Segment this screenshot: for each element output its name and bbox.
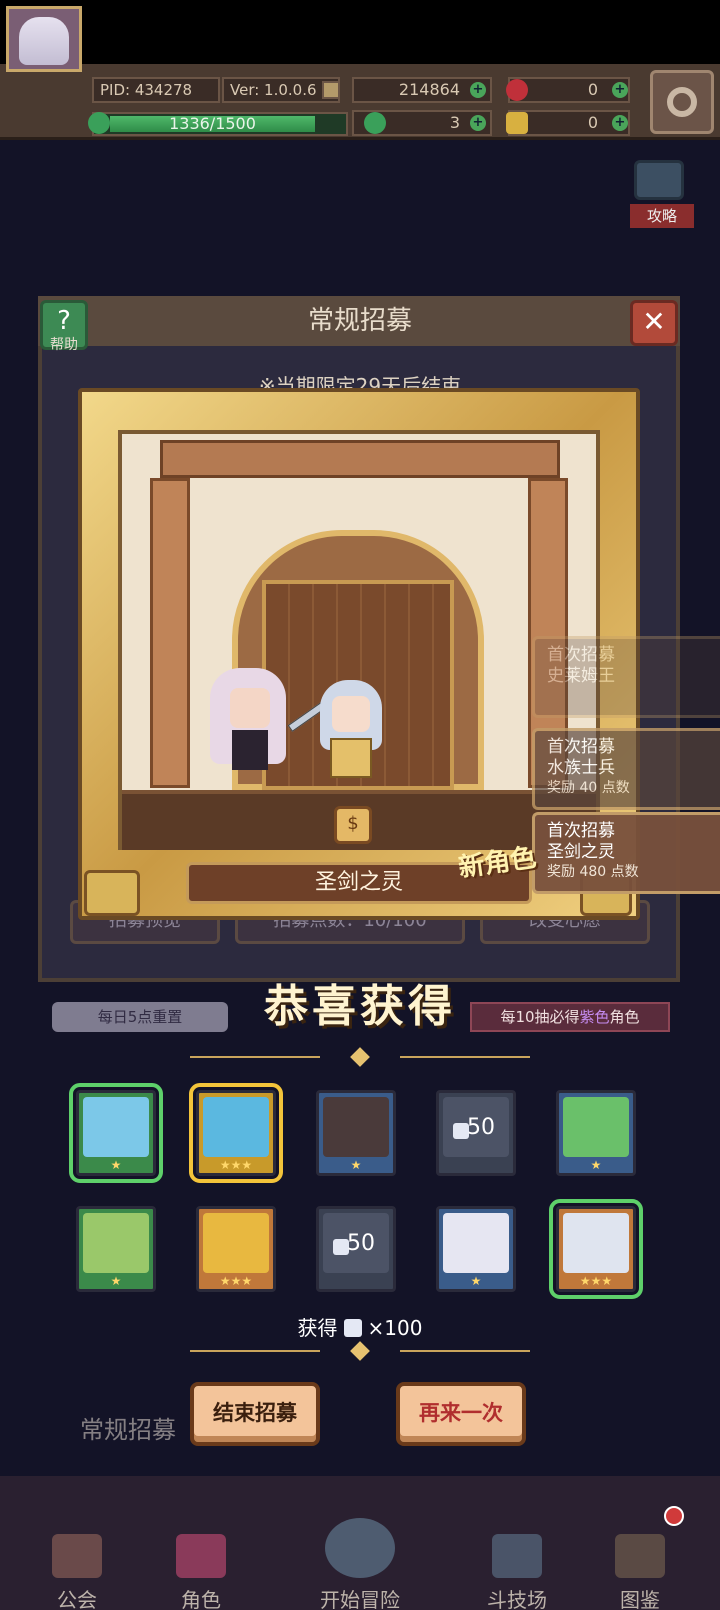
settings-button[interactable] (650, 70, 714, 134)
add-gem-icon[interactable]: + (612, 82, 628, 98)
notification-title: 首次招募 (547, 645, 615, 665)
first-recruit-notification: 首次招募 史莱姆王 (532, 636, 720, 718)
nav-label: 斗技场 (487, 1588, 547, 1610)
player-id: PID: 434278 (92, 77, 220, 103)
nav-guild[interactable]: 公会 (22, 1534, 132, 1610)
notification-title: 首次招募 (547, 737, 615, 757)
left-pillar (150, 478, 190, 788)
guide-label: 攻略 (630, 204, 694, 228)
clover-value: 3 (449, 113, 460, 132)
character-icon (176, 1534, 226, 1578)
gear-icon (667, 87, 697, 117)
close-icon: ✕ (642, 305, 666, 338)
nav-codex[interactable]: 图鉴 (585, 1534, 695, 1610)
close-button[interactable]: ✕ (630, 300, 678, 346)
notification-reward: 奖励 480 点数 (547, 864, 639, 880)
first-recruit-notification: 首次招募 水族士兵 奖励 40 点数 (532, 728, 720, 810)
player-avatar[interactable] (6, 6, 82, 72)
clover-icon (364, 112, 386, 134)
divider (190, 1047, 530, 1067)
regular-recruit-label: 常规招募 (80, 1416, 176, 1444)
nav-label: 开始冒险 (320, 1588, 400, 1610)
beam (160, 440, 560, 478)
shop-icon (52, 1534, 102, 1578)
chat-icon (634, 160, 684, 200)
guide-button[interactable]: 攻略 (622, 160, 712, 230)
obtained-amount: ×100 (367, 1316, 423, 1340)
add-key-icon[interactable]: + (612, 115, 628, 131)
recruit-again-button[interactable]: 再来一次 (396, 1382, 526, 1446)
nav-arena[interactable]: 斗技场 (462, 1534, 572, 1610)
guarantee-highlight: 紫色 (579, 1008, 610, 1026)
bag-icon (343, 1319, 362, 1337)
exp-text: 1336/1500 (169, 114, 256, 133)
notification-name: 史莱姆王 (547, 666, 615, 686)
divider (190, 1341, 530, 1361)
gold-value: 214864 (398, 80, 460, 99)
panel-title: 常规招募 (307, 306, 412, 336)
congrats-title: 恭喜获得 (264, 981, 456, 1032)
key-icon (506, 112, 528, 134)
nav-start-adventure[interactable]: 开始冒险 (305, 1518, 415, 1610)
magnifier-icon (325, 1518, 395, 1578)
gem-icon (506, 79, 528, 101)
obtained-label: 获得 (297, 1316, 338, 1340)
help-label: 帮助 (50, 337, 78, 353)
nav-label: 公会 (57, 1588, 97, 1610)
notification-name: 水族士兵 (547, 758, 615, 778)
notification-name: 圣剑之灵 (547, 842, 615, 862)
gem-value: 0 (587, 80, 598, 99)
key-value: 0 (587, 113, 598, 132)
new-character-sprite (316, 670, 386, 780)
swords-icon (492, 1534, 542, 1578)
clover-icon (88, 112, 110, 134)
nav-label: 角色 (181, 1588, 221, 1610)
medallion-icon: $ (334, 806, 372, 844)
obtained-summary: 获得 ×100 (260, 1312, 460, 1341)
crown-icon (84, 870, 140, 916)
companion-character (210, 660, 286, 780)
book-icon (615, 1534, 665, 1578)
version-icon (322, 81, 340, 99)
nav-label: 图鉴 (620, 1588, 660, 1610)
nav-characters[interactable]: 角色 (146, 1534, 256, 1610)
notification-badge (664, 1506, 684, 1526)
guarantee-suffix: 角色 (609, 1008, 640, 1026)
notification-reward: 奖励 40 点数 (547, 780, 630, 796)
add-clover-icon[interactable]: + (470, 115, 486, 131)
add-gold-icon[interactable]: + (470, 82, 486, 98)
first-recruit-notification: 首次招募 圣剑之灵 奖励 480 点数 (532, 812, 720, 894)
end-recruit-button[interactable]: 结束招募 (190, 1382, 320, 1446)
question-icon: ? (57, 306, 71, 336)
notification-title: 首次招募 (547, 821, 615, 841)
